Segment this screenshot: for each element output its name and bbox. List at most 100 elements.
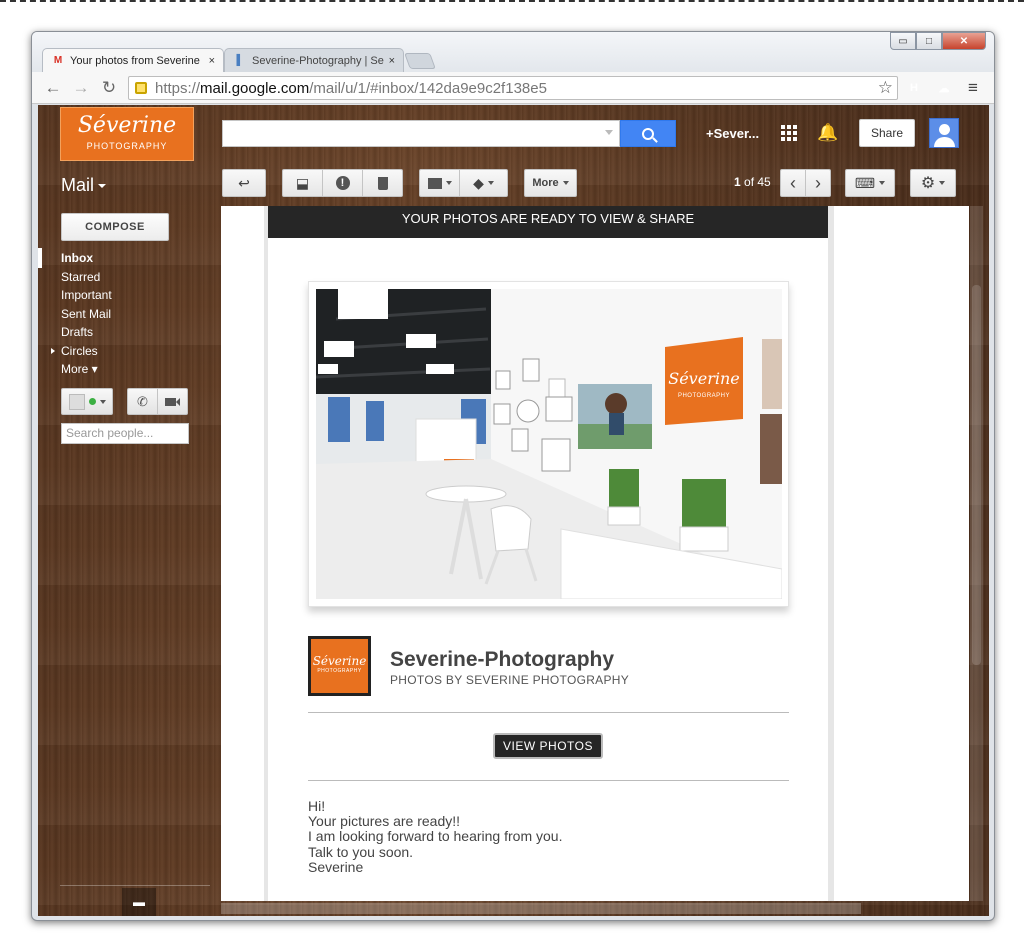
user-avatar-icon bbox=[68, 393, 85, 410]
maximize-button[interactable]: □ bbox=[916, 32, 942, 50]
sidebar-divider bbox=[60, 885, 210, 886]
sidebar-item-important[interactable]: Important bbox=[61, 286, 112, 305]
brand-subtitle: PHOTOS BY SEVERINE PHOTOGRAPHY bbox=[390, 673, 630, 687]
search-input[interactable] bbox=[222, 120, 620, 147]
search-people-input[interactable]: Search people... bbox=[61, 423, 189, 444]
apps-grid-icon[interactable] bbox=[781, 125, 797, 141]
labels-button[interactable]: ◆ bbox=[459, 169, 508, 197]
bookmark-star-icon[interactable]: ☆ bbox=[878, 78, 893, 98]
sidebar-item-circles[interactable]: Circles bbox=[51, 342, 112, 361]
site-favicon-icon: ▌ bbox=[236, 55, 244, 66]
search-button[interactable] bbox=[620, 120, 676, 147]
sidebar-nav: Inbox Starred Important Sent Mail Drafts… bbox=[51, 249, 112, 379]
more-button[interactable]: More bbox=[524, 169, 577, 197]
active-indicator bbox=[38, 248, 42, 268]
chevron-down-icon bbox=[562, 181, 569, 185]
search-options-caret-icon[interactable] bbox=[605, 130, 613, 135]
message-line: Hi! bbox=[308, 798, 326, 814]
call-phone-button[interactable]: ✆ bbox=[127, 388, 158, 415]
chevron-down-icon bbox=[99, 399, 106, 404]
label-icon: ◆ bbox=[473, 174, 484, 191]
new-tab-button[interactable] bbox=[404, 53, 436, 69]
chevron-down-icon bbox=[445, 181, 452, 185]
gmail-icon: M bbox=[53, 55, 63, 66]
message-count: 1 of 45 bbox=[734, 175, 771, 189]
gear-icon: ⚙ bbox=[920, 175, 936, 192]
back-icon[interactable]: ← bbox=[42, 78, 64, 98]
close-tab-icon[interactable]: × bbox=[389, 55, 395, 67]
google-plus-user-link[interactable]: +Sever... bbox=[706, 126, 759, 141]
minimize-button[interactable]: ▭ bbox=[890, 32, 916, 50]
forward-icon[interactable]: → bbox=[70, 78, 92, 98]
studio-photo: Séverine PHOTOGRAPHY bbox=[316, 289, 782, 599]
sidebar-item-more[interactable]: More ▾ bbox=[61, 360, 112, 379]
browser-toolbar: ← → ↻ https://mail.google.com/mail/u/1/#… bbox=[32, 72, 994, 104]
horizontal-scrollbar[interactable] bbox=[221, 903, 861, 914]
close-tab-icon[interactable]: × bbox=[209, 55, 215, 67]
dotted-border bbox=[0, 0, 1024, 3]
photo-sign-subtitle: PHOTOGRAPHY bbox=[678, 393, 730, 399]
menu-icon[interactable]: ≡ bbox=[962, 78, 984, 98]
sidebar-item-sent-mail[interactable]: Sent Mail bbox=[61, 305, 112, 324]
chat-toggle-button[interactable]: ▬ bbox=[122, 888, 156, 916]
chevron-right-icon: › bbox=[815, 172, 821, 193]
chevron-down-icon bbox=[879, 181, 886, 185]
archive-button[interactable]: ⬓ bbox=[282, 169, 323, 197]
email-message: Hi! Your pictures are ready!! I am looki… bbox=[308, 798, 562, 875]
mail-menu[interactable]: Mail bbox=[61, 175, 107, 196]
email-view: YOUR PHOTOS ARE READY TO VIEW & SHARE Sé… bbox=[221, 206, 969, 901]
share-button[interactable]: Share bbox=[859, 119, 915, 147]
newer-button[interactable]: ‹ bbox=[780, 169, 806, 197]
input-tools-button[interactable]: ⌨ bbox=[845, 169, 895, 197]
archive-icon: ⬓ bbox=[295, 174, 310, 191]
hangouts-status-button[interactable] bbox=[61, 388, 113, 415]
back-to-inbox-button[interactable]: ↩ bbox=[222, 169, 266, 197]
url-path: /mail/u/1/#inbox/142da9e9c2f138e5 bbox=[309, 79, 547, 97]
chevron-left-icon: ‹ bbox=[790, 172, 796, 193]
view-photos-button[interactable]: VIEW PHOTOS bbox=[493, 733, 603, 759]
report-spam-button[interactable]: ! bbox=[322, 169, 363, 197]
sidebar-item-inbox[interactable]: Inbox bbox=[61, 249, 112, 268]
expand-arrow-icon[interactable] bbox=[51, 347, 55, 354]
video-call-button[interactable] bbox=[157, 388, 188, 415]
brand-logo[interactable]: Séverine PHOTOGRAPHY bbox=[308, 636, 371, 696]
more-label: More bbox=[532, 177, 559, 189]
extension-h-icon[interactable]: H bbox=[905, 79, 923, 97]
studio-photo-illustration: Séverine PHOTOGRAPHY bbox=[316, 289, 782, 599]
address-bar[interactable]: https://mail.google.com/mail/u/1/#inbox/… bbox=[128, 76, 898, 100]
count-current: 1 bbox=[734, 175, 741, 189]
window-controls: ▭ □ ✕ bbox=[890, 32, 986, 50]
camera-lens-icon bbox=[176, 397, 180, 406]
close-window-button[interactable]: ✕ bbox=[942, 32, 986, 50]
url-scheme: https:// bbox=[155, 79, 201, 97]
scrollbar-thumb[interactable] bbox=[972, 285, 981, 665]
sidebar-item-label: Circles bbox=[61, 343, 98, 358]
studio-photo-frame: Séverine PHOTOGRAPHY bbox=[308, 281, 789, 607]
gmail-app: Séverine PHOTOGRAPHY +Sever... 🔔 Share M… bbox=[38, 105, 989, 916]
sidebar-item-drafts[interactable]: Drafts bbox=[61, 323, 112, 342]
logo-subtitle: PHOTOGRAPHY bbox=[86, 141, 168, 151]
browser-window: ▭ □ ✕ M Your photos from Severine × ▌ Se… bbox=[31, 31, 995, 921]
sidebar-item-starred[interactable]: Starred bbox=[61, 268, 112, 287]
tab-severine-photography[interactable]: ▌ Severine-Photography | Se × bbox=[224, 48, 404, 72]
url-domain: mail.google.com bbox=[200, 79, 310, 97]
chevron-down-icon bbox=[487, 181, 494, 185]
avatar[interactable] bbox=[929, 118, 959, 148]
reload-icon[interactable]: ↻ bbox=[98, 78, 120, 98]
settings-button[interactable]: ⚙ bbox=[910, 169, 956, 197]
tab-gmail[interactable]: M Your photos from Severine × bbox=[42, 48, 224, 72]
move-to-button[interactable] bbox=[419, 169, 460, 197]
message-line: Talk to you soon. bbox=[308, 843, 414, 860]
folder-icon bbox=[427, 177, 442, 189]
extension-cloud-icon[interactable]: ☁ bbox=[935, 79, 953, 97]
brand-name[interactable]: Severine-Photography bbox=[390, 648, 614, 672]
compose-button[interactable]: COMPOSE bbox=[61, 213, 169, 241]
trash-icon bbox=[377, 176, 388, 190]
notifications-bell-icon[interactable]: 🔔 bbox=[817, 123, 838, 143]
count-total: of 45 bbox=[740, 175, 771, 189]
tab-title: Your photos from Severine bbox=[70, 54, 200, 67]
delete-button[interactable] bbox=[362, 169, 403, 197]
email-body: YOUR PHOTOS ARE READY TO VIEW & SHARE Sé… bbox=[268, 206, 828, 901]
older-button[interactable]: › bbox=[805, 169, 831, 197]
gmail-logo[interactable]: Séverine PHOTOGRAPHY bbox=[60, 107, 194, 161]
